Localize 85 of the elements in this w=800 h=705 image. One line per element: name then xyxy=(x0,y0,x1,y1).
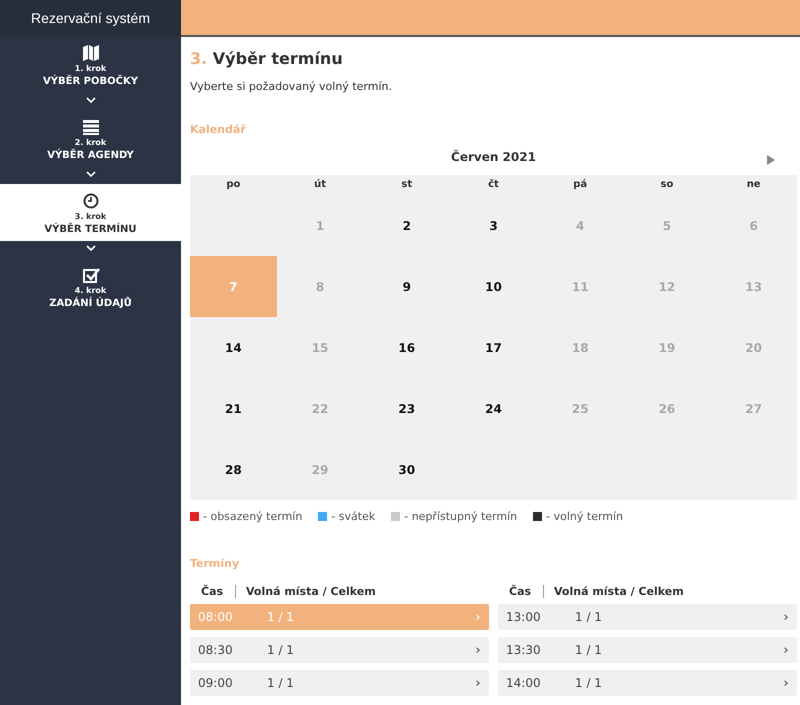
page-title: 3. Výběr termínu xyxy=(190,49,344,68)
intro-text: Vyberte si požadovaný volný termín. xyxy=(190,80,393,93)
legend-label: - svátek xyxy=(331,510,376,523)
calendar-day: 12 xyxy=(624,256,710,317)
calendar-day[interactable]: 23 xyxy=(363,378,450,439)
calendar-day[interactable]: 10 xyxy=(450,256,537,317)
calendar-day[interactable]: 28 xyxy=(190,439,277,500)
section-heading: Kalendář xyxy=(190,123,247,136)
calendar-day[interactable]: 16 xyxy=(363,317,450,378)
calendar-day: 1 xyxy=(276,195,364,256)
slot-places: 1 / 1 xyxy=(575,610,602,624)
calendar-day[interactable]: 24 xyxy=(450,378,537,439)
chevron-down-icon xyxy=(86,171,96,178)
calendar-day: 8 xyxy=(276,256,364,317)
calendar-day: 22 xyxy=(276,378,364,439)
checkbox-icon xyxy=(82,266,100,284)
chevron-down-icon xyxy=(86,97,96,104)
weekday-label: čt xyxy=(488,179,499,190)
step-item[interactable]: 2. krok VÝBĚR AGENDY xyxy=(0,110,181,167)
legend-label: - obsazený termín xyxy=(203,510,302,523)
calendar-day: 25 xyxy=(536,378,624,439)
slot-time: 08:00 xyxy=(197,610,234,624)
list-icon xyxy=(82,118,100,136)
calendar-day: 20 xyxy=(710,317,797,378)
slot-places: 1 / 1 xyxy=(267,610,294,624)
slot-time: 08:30 xyxy=(197,643,234,657)
section-heading: Termíny xyxy=(190,557,240,570)
step-item[interactable]: 4. krok ZADÁNÍ ÚDAJŮ xyxy=(0,258,181,315)
column-header: Čas xyxy=(190,584,236,598)
calendar-day[interactable]: 17 xyxy=(450,317,537,378)
calendar-day: 18 xyxy=(536,317,624,378)
slot-time: 09:00 xyxy=(197,676,234,690)
calendar-day: 6 xyxy=(710,195,797,256)
weekday-label: pá xyxy=(573,179,588,190)
month-title: Červen 2021 xyxy=(451,150,536,164)
time-slot-row[interactable]: 13:30 1 / 1 › xyxy=(498,637,797,663)
time-slot-row[interactable]: 13:00 1 / 1 › xyxy=(498,604,797,630)
chevron-right: › xyxy=(474,676,482,690)
next-month-icon[interactable] xyxy=(767,155,775,165)
time-slot-row[interactable]: 14:00 1 / 1 › xyxy=(498,670,797,696)
calendar-day[interactable]: 3 xyxy=(450,195,537,256)
chevron-right: › xyxy=(782,610,790,624)
calendar-day: 15 xyxy=(276,317,364,378)
chevron-right: › xyxy=(782,642,790,658)
slot-time: 14:00 xyxy=(505,676,542,690)
slot-places: 1 / 1 xyxy=(267,676,294,690)
step-item[interactable]: 3. krok VÝBĚR TERMÍNU xyxy=(0,184,181,241)
map-icon xyxy=(82,44,100,62)
slot-places: 1 / 1 xyxy=(575,643,602,657)
calendar-day[interactable]: 9 xyxy=(363,256,450,317)
step-item[interactable]: 1. krok VÝBĚR POBOČKY xyxy=(0,36,181,93)
column-header: Volná místa / Celkem xyxy=(553,584,684,598)
chevron-right: › xyxy=(474,610,482,624)
column-header: Volná místa / Celkem xyxy=(245,584,376,598)
slot-time: 13:00 xyxy=(505,610,542,624)
calendar-day: 13 xyxy=(710,256,797,317)
calendar-day: 4 xyxy=(536,195,624,256)
legend-label: - nepřístupný termín xyxy=(404,510,518,523)
calendar-day: 11 xyxy=(536,256,624,317)
weekday-label: so xyxy=(660,179,674,190)
column-header: Čas xyxy=(498,584,544,598)
calendar-day[interactable]: 30 xyxy=(363,439,450,500)
weekday-label: po xyxy=(226,179,240,190)
app-title: Rezervační systém xyxy=(0,0,181,36)
calendar-day[interactable]: 21 xyxy=(190,378,277,439)
slot-time: 13:30 xyxy=(505,643,542,657)
calendar-day: 29 xyxy=(276,439,364,500)
slot-places: 1 / 1 xyxy=(575,676,602,690)
calendar-day[interactable]: 2 xyxy=(363,195,450,256)
weekday-label: ne xyxy=(746,179,761,190)
time-slot-row[interactable]: 09:00 1 / 1 › xyxy=(190,670,489,696)
weekday-label: út xyxy=(314,179,326,190)
calendar-day: 5 xyxy=(624,195,710,256)
calendar-day: 19 xyxy=(624,317,710,378)
chevron-right: › xyxy=(474,642,482,658)
calendar-day: 26 xyxy=(624,378,710,439)
slot-places: 1 / 1 xyxy=(267,643,294,657)
calendar-day[interactable]: 14 xyxy=(190,317,277,378)
chevron-down-icon xyxy=(86,245,96,252)
clock-icon xyxy=(82,192,100,210)
chevron-right: › xyxy=(782,676,790,690)
legend-label: - volný termín xyxy=(546,510,624,523)
weekday-label: st xyxy=(401,179,412,190)
calendar-day: 27 xyxy=(710,378,797,439)
time-slot-row[interactable]: 08:30 1 / 1 › xyxy=(190,637,489,663)
